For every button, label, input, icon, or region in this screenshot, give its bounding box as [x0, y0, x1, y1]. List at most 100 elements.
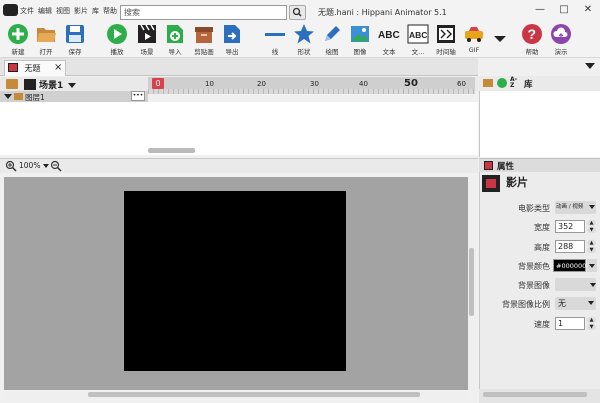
import-icon	[167, 25, 183, 43]
close-window-button[interactable]: ✕	[580, 3, 596, 17]
play-label: 播放	[110, 48, 124, 56]
menu-help[interactable]: 帮助	[103, 6, 117, 16]
search-icon	[292, 7, 302, 17]
bgratio-label: 背景图像比例	[502, 300, 550, 309]
zoom-select[interactable]: 100%	[19, 161, 49, 170]
bgcolor-dropdown-icon[interactable]	[587, 259, 597, 272]
height-stepper[interactable]: ▲ ▼	[587, 240, 596, 253]
export-label: 导出	[225, 48, 239, 56]
play-icon	[107, 24, 127, 44]
preview-button[interactable]: 演示	[545, 22, 577, 56]
image-label: 图像	[353, 48, 367, 56]
search-button[interactable]	[289, 5, 306, 20]
text-button[interactable]: ABC 文本	[373, 22, 405, 56]
movie-film-icon	[482, 175, 500, 192]
menu-view[interactable]: 视图	[56, 6, 70, 16]
ruler-tick-50: 50	[404, 78, 418, 89]
library-sort-icon[interactable]: A-Z	[510, 77, 520, 89]
layer-folder-icon[interactable]	[6, 79, 18, 89]
bgcolor-label: 背景颜色	[518, 262, 550, 271]
minimize-button[interactable]: —	[532, 3, 548, 17]
width-field[interactable]: 352	[555, 220, 585, 233]
stepper-up-icon[interactable]: ▲	[587, 317, 596, 323]
layer-menu-button[interactable]: •••	[131, 91, 145, 101]
film-tab-icon	[8, 63, 18, 72]
bgratio-select[interactable]: 无	[555, 297, 596, 310]
library-header: A-Z 库	[479, 76, 600, 91]
folder-open-icon	[37, 28, 56, 42]
object-title: 影片	[506, 176, 528, 189]
properties-scroll-thumb[interactable]	[483, 392, 587, 397]
library-add-icon[interactable]	[497, 78, 507, 88]
stage-vertical-scroll-thumb[interactable]	[469, 248, 474, 316]
timeline-ruler[interactable]: 0 10 20 30 40 50 60	[148, 77, 475, 94]
stage-horizontal-scroll-thumb[interactable]	[88, 392, 420, 397]
help-label: 帮助	[525, 48, 539, 56]
speed-stepper[interactable]: ▲ ▼	[587, 317, 596, 330]
properties-header: 属性	[479, 158, 600, 172]
cloud-upload-icon	[551, 24, 571, 44]
maximize-button[interactable]: □	[556, 3, 572, 17]
stepper-down-icon[interactable]: ▼	[587, 324, 596, 330]
library-folder-icon[interactable]	[483, 79, 493, 87]
layer-row[interactable]: 图层1 •••	[0, 91, 148, 102]
ruler-tick-20: 20	[257, 80, 266, 88]
window-title: 无题.hani : Hippani Animator 5.1	[318, 8, 447, 17]
layer-expand-icon[interactable]	[4, 94, 12, 99]
image-icon	[351, 26, 369, 42]
width-stepper[interactable]: ▲ ▼	[587, 220, 596, 233]
export-button[interactable]: 导出	[216, 22, 248, 56]
image-button[interactable]: 图像	[344, 22, 376, 56]
line-icon	[265, 33, 285, 36]
tab-untitled[interactable]: 无题 ×	[4, 60, 66, 76]
zoom-out-icon[interactable]	[50, 160, 62, 172]
floppy-icon	[66, 25, 84, 43]
play-button[interactable]: 播放	[101, 22, 133, 56]
panel-menu-icon[interactable]	[585, 63, 595, 69]
textbox-abc-icon: ABC	[407, 24, 429, 44]
box-icon	[195, 27, 213, 43]
scene-selector[interactable]: 场景1	[39, 78, 77, 91]
zoom-in-icon[interactable]	[5, 160, 17, 172]
scene-dropdown-icon	[68, 83, 77, 88]
movie-type-select[interactable]: 动画 / 视频	[555, 201, 596, 214]
svg-text:?: ?	[528, 26, 537, 42]
menu-edit[interactable]: 编辑	[38, 6, 52, 16]
menu-file[interactable]: 文件	[20, 6, 34, 16]
document-tab-bar	[0, 58, 478, 76]
stepper-down-icon[interactable]: ▼	[587, 247, 596, 253]
text-abc-icon: ABC	[378, 30, 400, 41]
height-field[interactable]: 288	[555, 240, 585, 253]
playhead-marker[interactable]: 0	[152, 78, 164, 89]
svg-text:ABC: ABC	[409, 30, 427, 40]
bgratio-value: 无	[558, 299, 566, 308]
timeline-body[interactable]	[0, 102, 478, 155]
stepper-up-icon[interactable]: ▲	[587, 220, 596, 226]
search-input[interactable]: 搜索	[120, 5, 287, 20]
tab-close-icon[interactable]: ×	[54, 62, 62, 73]
open-label: 打开	[39, 48, 53, 56]
menu-bar: 文件 编辑 视图 影片 库 帮助	[20, 6, 117, 16]
open-button[interactable]: 打开	[30, 22, 62, 56]
stepper-down-icon[interactable]: ▼	[587, 227, 596, 233]
layer-folder-icon-small	[14, 93, 23, 100]
help-button[interactable]: ? 帮助	[516, 22, 548, 56]
menu-library[interactable]: 库	[92, 6, 99, 16]
movie-canvas[interactable]	[124, 191, 346, 371]
app-logo-icon	[3, 4, 18, 16]
import-button[interactable]: 导入	[159, 22, 191, 56]
more-tools-button[interactable]	[484, 22, 516, 46]
menu-movie[interactable]: 影片	[74, 6, 88, 16]
speed-field[interactable]: 1	[555, 317, 585, 330]
film-clock-icon	[437, 25, 455, 43]
save-button[interactable]: 保存	[59, 22, 91, 56]
properties-title: 属性	[497, 162, 515, 172]
line-button[interactable]: 线	[259, 22, 291, 56]
height-label: 高度	[534, 243, 550, 252]
stepper-up-icon[interactable]: ▲	[587, 240, 596, 246]
bgimage-label: 背景图像	[518, 281, 550, 290]
timeline-scrollbar-thumb[interactable]	[148, 148, 195, 153]
text-label: 文本	[382, 48, 396, 56]
tab-label: 无题	[24, 64, 41, 73]
bgcolor-picker[interactable]: #000000	[553, 259, 586, 272]
